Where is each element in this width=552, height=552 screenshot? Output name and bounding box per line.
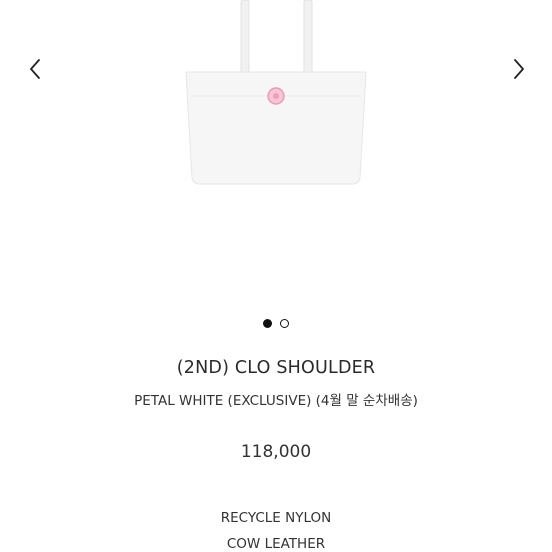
product-subtitle: PETAL WHITE (EXCLUSIVE) (4월 말 순차배송) xyxy=(134,393,418,409)
pagination-dot-2[interactable] xyxy=(280,319,289,328)
product-title: (2ND) CLO SHOULDER xyxy=(176,358,376,378)
previous-image-button[interactable] xyxy=(24,56,48,82)
material-item: RECYCLE NYLON xyxy=(220,510,332,526)
product-image-carousel[interactable] xyxy=(0,0,552,300)
pagination-dot-1[interactable] xyxy=(263,319,272,328)
product-image xyxy=(185,0,367,185)
product-price: 118,000 xyxy=(240,442,312,462)
carousel-pagination xyxy=(0,319,552,329)
material-item: COW LEATHER xyxy=(226,536,326,552)
chevron-right-icon xyxy=(514,59,524,79)
chevron-left-icon xyxy=(30,59,40,79)
next-image-button[interactable] xyxy=(506,56,530,82)
